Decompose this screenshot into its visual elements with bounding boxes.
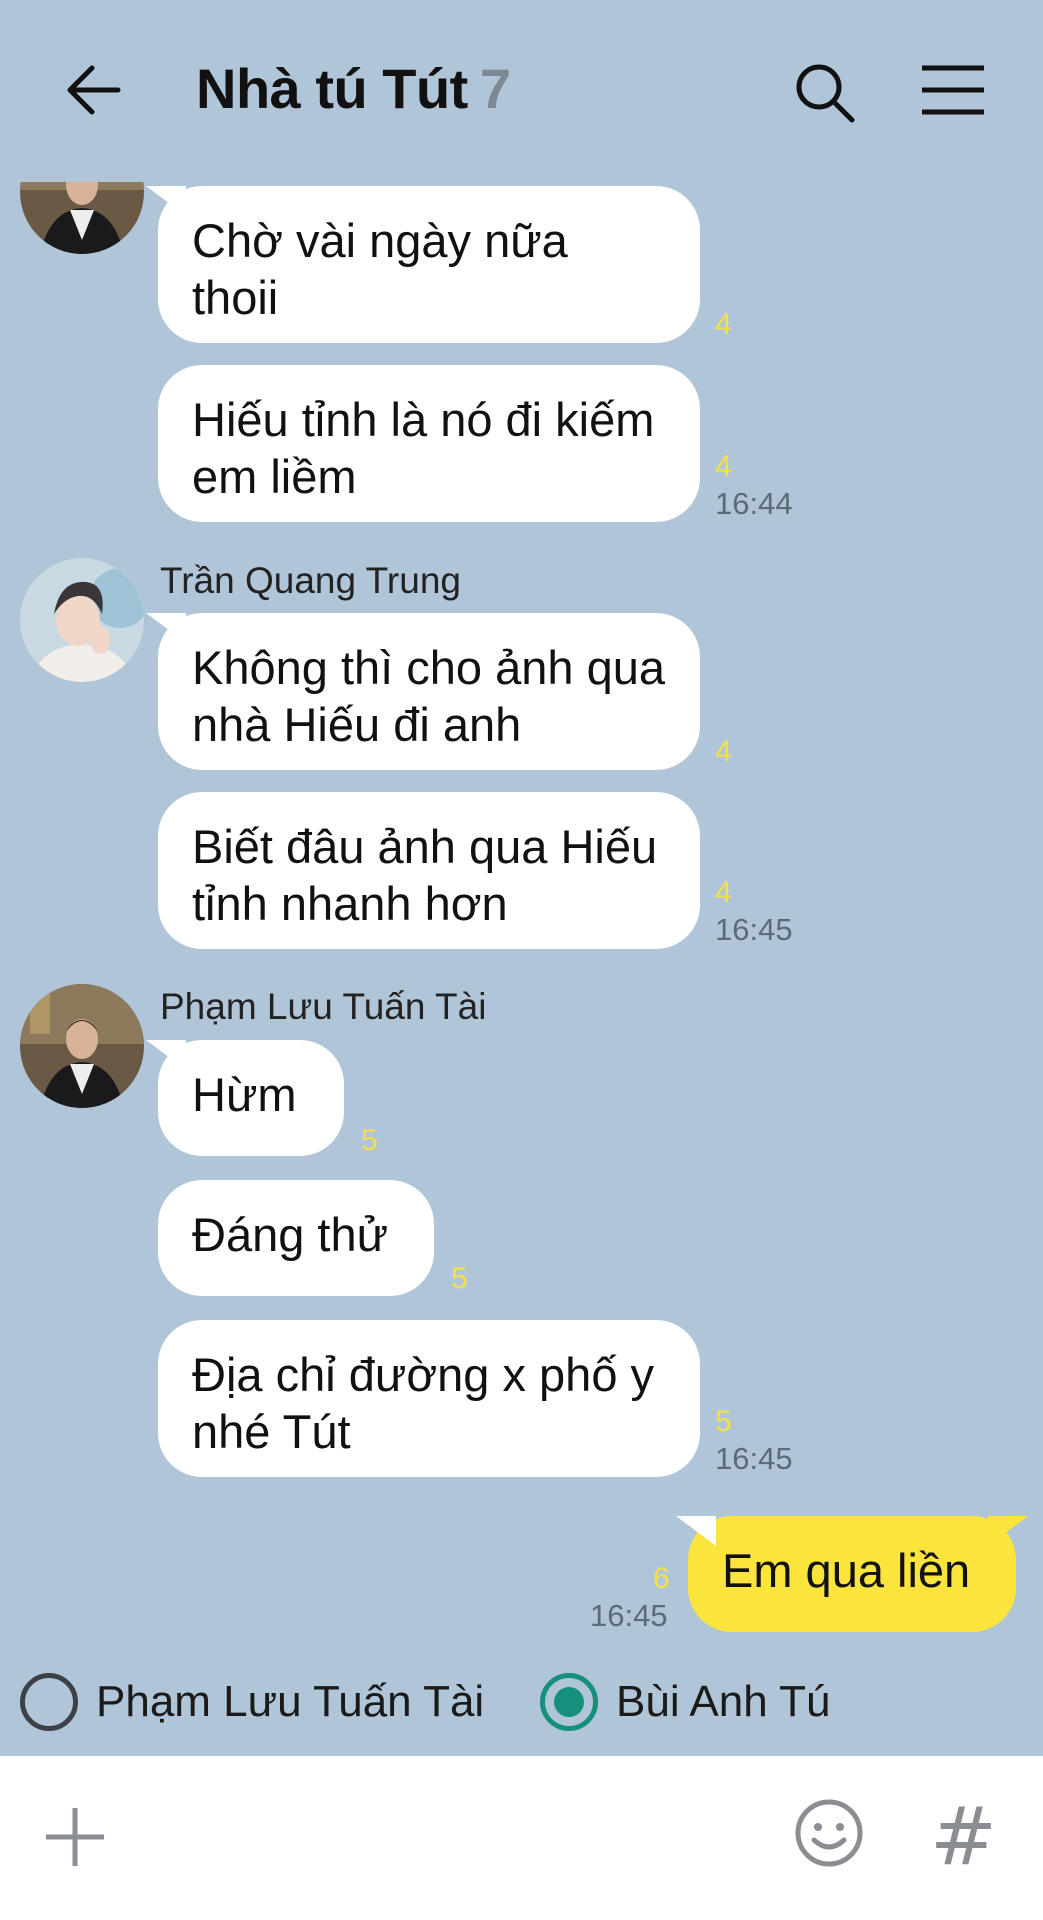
chat-title[interactable]: Nhà tú Tút 7 xyxy=(196,56,511,121)
message-text: Chờ vài ngày nữa thoii xyxy=(192,214,568,324)
avatar-tran-quang-trung[interactable] xyxy=(20,558,144,682)
vote-option-label: Bùi Anh Tú xyxy=(616,1677,831,1726)
message-bubble[interactable]: Hiếu tỉnh là nó đi kiếm em liềm xyxy=(158,365,700,522)
unread-count: 4 xyxy=(715,308,732,341)
unread-count: 5 xyxy=(451,1262,468,1295)
sender-name: Trần Quang Trung xyxy=(160,560,461,601)
message-text: Hiếu tỉnh là nó đi kiếm em liềm xyxy=(192,393,655,503)
message-time: 16:45 xyxy=(590,1598,668,1633)
message-bubble[interactable]: Chờ vài ngày nữa thoii xyxy=(158,186,700,343)
unread-count: 6 xyxy=(653,1562,670,1595)
message-bubble[interactable]: Không thì cho ảnh qua nhà Hiếu đi anh xyxy=(158,613,700,770)
message-text: Em qua liền xyxy=(722,1544,971,1597)
avatar-pham-luu-tuan-tai[interactable] xyxy=(20,984,144,1108)
emoji-icon[interactable] xyxy=(794,1798,864,1868)
radio-button-selected[interactable] xyxy=(540,1673,598,1731)
unread-count: 4 xyxy=(715,735,732,768)
radio-button[interactable] xyxy=(20,1673,78,1731)
message-bubble[interactable]: Biết đâu ảnh qua Hiếu tỉnh nhanh hơn xyxy=(158,792,700,949)
unread-count: 4 xyxy=(715,876,732,909)
my-message-bubble[interactable]: Em qua liền xyxy=(688,1516,1016,1632)
vote-option-label: Phạm Lưu Tuấn Tài xyxy=(96,1677,485,1726)
vote-option-bui-anh-tu[interactable]: Bùi Anh Tú xyxy=(540,1664,830,1740)
message-text: Địa chỉ đường x phố y nhé Tút xyxy=(192,1348,655,1458)
chat-title-text: Nhà tú Tút xyxy=(196,57,468,120)
message-time: 16:45 xyxy=(715,1441,793,1476)
unread-count: 5 xyxy=(361,1124,378,1157)
message-time: 16:45 xyxy=(715,912,793,947)
unread-count: 4 xyxy=(715,450,732,483)
unread-count: 5 xyxy=(715,1405,732,1438)
message-text: Hừm xyxy=(192,1068,297,1121)
search-icon[interactable] xyxy=(792,60,856,124)
sender-name: Phạm Lưu Tuấn Tài xyxy=(160,986,487,1027)
message-bubble[interactable]: Hừm xyxy=(158,1040,344,1156)
back-arrow-icon[interactable] xyxy=(62,58,126,122)
hamburger-menu-icon[interactable] xyxy=(920,64,986,116)
chat-header: Nhà tú Tút 7 xyxy=(0,0,1043,180)
hashtag-icon[interactable]: # xyxy=(930,1790,997,1883)
message-text: Biết đâu ảnh qua Hiếu tỉnh nhanh hơn xyxy=(192,820,658,930)
message-bubble[interactable]: Địa chỉ đường x phố y nhé Tút xyxy=(158,1320,700,1477)
message-bubble[interactable]: Đáng thử xyxy=(158,1180,434,1296)
message-text: Không thì cho ảnh qua nhà Hiếu đi anh xyxy=(192,641,666,751)
plus-icon[interactable] xyxy=(44,1806,106,1868)
message-input-bar[interactable] xyxy=(0,1756,1043,1920)
message-time: 16:44 xyxy=(715,486,793,521)
member-count: 7 xyxy=(479,57,511,120)
vote-option-pham-luu-tuan-tai[interactable]: Phạm Lưu Tuấn Tài xyxy=(20,1664,484,1740)
message-text: Đáng thử xyxy=(192,1208,389,1261)
